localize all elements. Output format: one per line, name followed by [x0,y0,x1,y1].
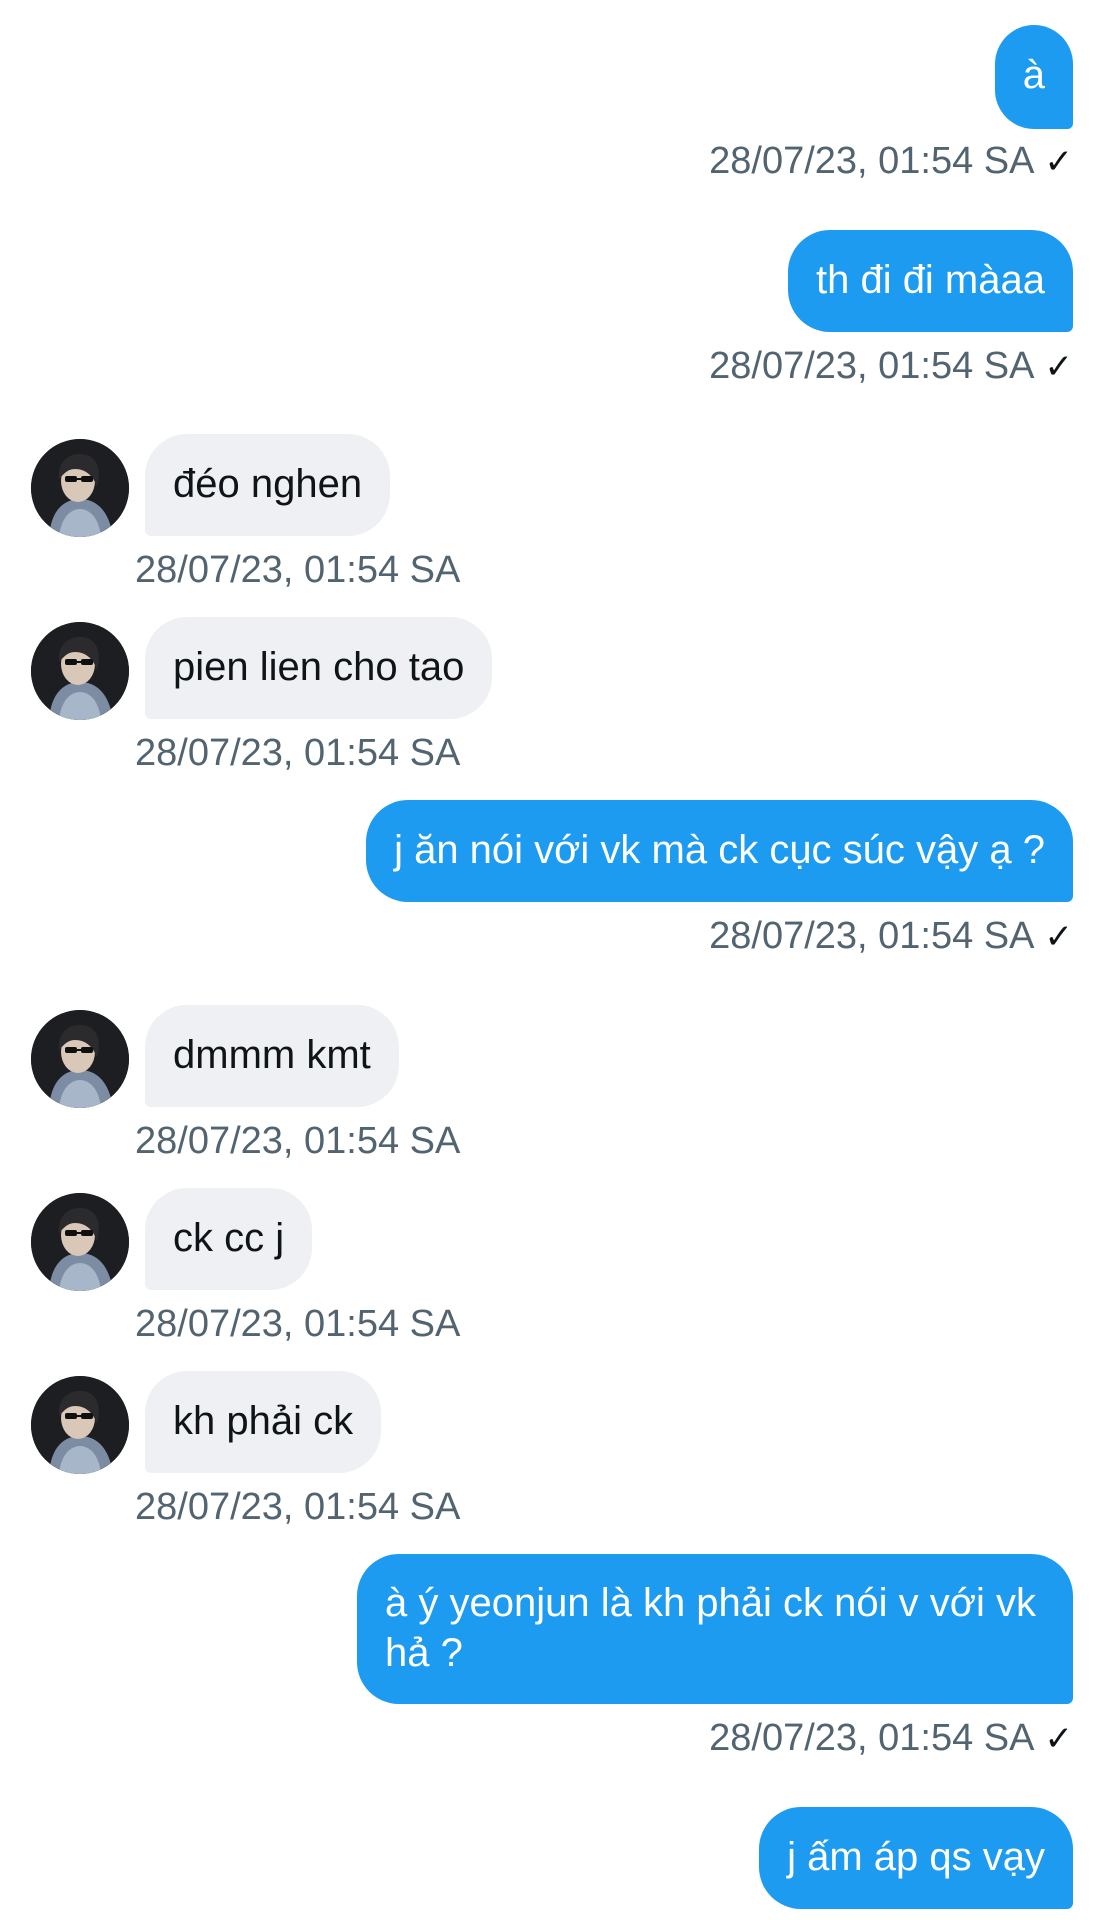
message-timestamp: 28/07/23, 01:54 SA ✓ [709,914,1073,959]
contact-avatar[interactable] [31,1376,129,1474]
message-timestamp: 28/07/23, 01:54 SA ✓ [709,1716,1073,1761]
contact-avatar[interactable] [31,1010,129,1108]
message-bubble[interactable]: đéo nghen [145,434,391,536]
avatar-image [31,1010,129,1108]
message-bubble[interactable]: th đi đi màaa [787,230,1073,332]
avatar-image [31,622,129,720]
message-timestamp: 28/07/23, 01:54 SA [135,1120,461,1162]
message-timestamp: 28/07/23, 01:54 SA [135,549,461,591]
message-bubble[interactable]: dmmm kmt [145,1005,399,1107]
contact-avatar[interactable] [31,439,129,537]
message-bubble[interactable]: kh phải ck [145,1371,382,1473]
message-bubble[interactable]: à [994,25,1073,129]
contact-avatar[interactable] [31,1193,129,1291]
checkmark-icon: ✓ [1044,918,1074,956]
timestamp-text: 28/07/23, 01:54 SA [709,915,1035,957]
timestamp-text: 28/07/23, 01:54 SA [709,1717,1035,1759]
message-bubble[interactable]: j ấm áp qs vạy [759,1807,1073,1909]
timestamp-text: 28/07/23, 01:54 SA [709,140,1035,182]
conversation-thread: à 28/07/23, 01:54 SA ✓ th đi đi màaa 28/0… [0,0,1106,1920]
avatar-image [31,439,129,537]
message-timestamp: 28/07/23, 01:54 SA ✓ [709,344,1073,389]
checkmark-icon: ✓ [1044,143,1074,181]
message-timestamp: 28/07/23, 01:54 SA [135,1303,461,1345]
checkmark-icon: ✓ [1044,348,1074,386]
timestamp-text: 28/07/23, 01:54 SA [709,345,1035,387]
contact-avatar[interactable] [31,622,129,720]
avatar-image [31,1376,129,1474]
message-bubble[interactable]: pien lien cho tao [145,617,493,719]
message-timestamp: 28/07/23, 01:54 SA [135,732,461,774]
message-bubble[interactable]: à ý yeonjun là kh phải ck nói v với vk h… [357,1554,1073,1704]
message-timestamp: 28/07/23, 01:54 SA [135,1486,461,1528]
message-timestamp: 28/07/23, 01:54 SA ✓ [709,139,1073,184]
avatar-image [31,1193,129,1291]
message-bubble[interactable]: ck cc j [145,1188,313,1290]
checkmark-icon: ✓ [1044,1720,1074,1758]
message-bubble[interactable]: j ăn nói với vk mà ck cục súc vậy ạ ? [366,800,1073,902]
